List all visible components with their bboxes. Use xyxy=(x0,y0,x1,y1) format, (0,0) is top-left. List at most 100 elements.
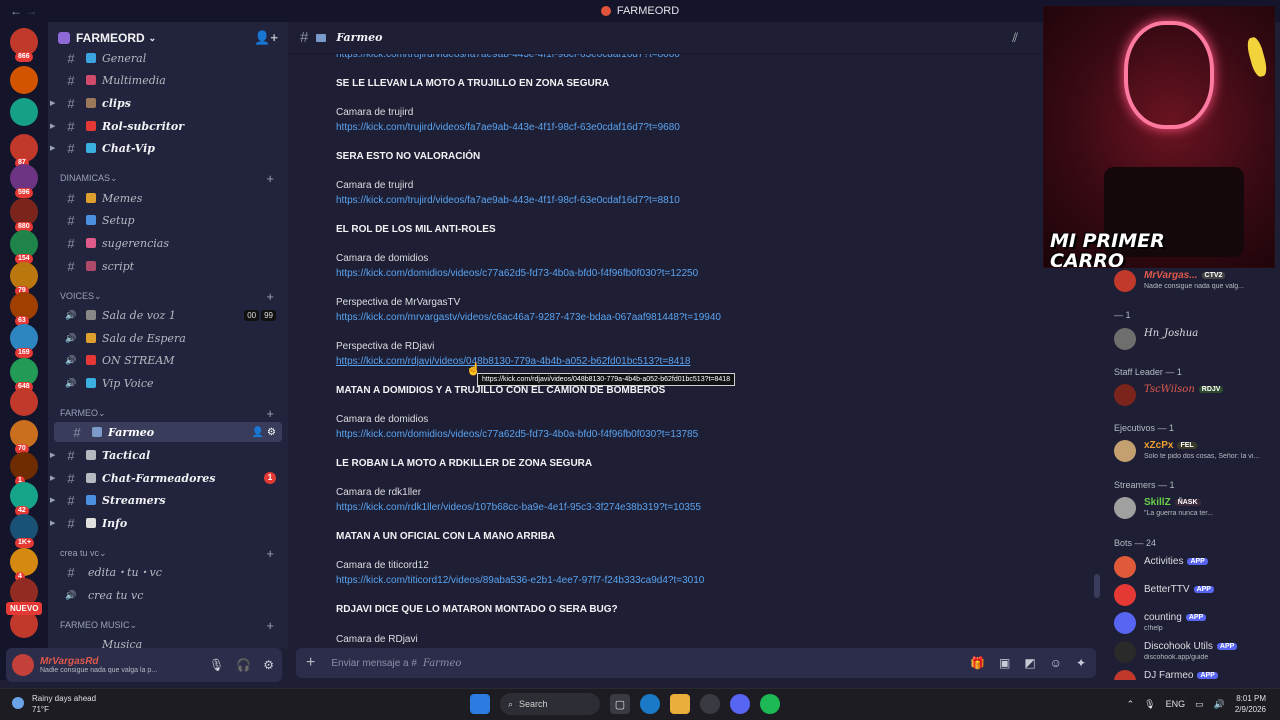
channel-text[interactable]: # sugerencias xyxy=(48,233,288,253)
channel-voice[interactable]: Musica xyxy=(48,634,288,649)
channel-voice[interactable]: 🔊 Sala de Espera xyxy=(48,328,288,348)
discord-icon[interactable] xyxy=(730,694,750,714)
member-item[interactable]: MrVargas... CTV2 Nadie consigue nada que … xyxy=(1114,268,1274,294)
server-icon[interactable]: 63 xyxy=(10,292,38,326)
server-icon[interactable]: 169 xyxy=(10,324,38,358)
invite-icon[interactable]: 👤+ xyxy=(254,30,278,46)
weather-widget[interactable]: Rainy days ahead 71°F xyxy=(12,693,96,715)
microphone-icon[interactable]: 🎙 xyxy=(1144,699,1155,710)
member-item[interactable]: Discohook Utils APP discohook.app/guide xyxy=(1114,639,1274,665)
server-icon[interactable]: 87 xyxy=(10,134,38,168)
channel-category[interactable]: FARMEO MUSIC ⌄ + xyxy=(48,617,288,633)
channel-text[interactable]: ▶ # Chat-Vip xyxy=(48,138,288,158)
create-channel-icon[interactable]: + xyxy=(266,546,274,561)
message-link[interactable]: https://kick.com/trujird/videos/fa7ae9ab… xyxy=(336,122,680,133)
channel-category[interactable]: FARMEO ⌄ + xyxy=(48,405,288,421)
taskbar-search[interactable]: ⌕ Search xyxy=(500,693,600,715)
server-icon[interactable]: 42 xyxy=(10,482,38,516)
message-link[interactable]: https://kick.com/domidios/videos/c77a62d… xyxy=(336,429,698,440)
channel-text[interactable]: # edita・tu・vc xyxy=(48,562,288,582)
volume-icon[interactable]: 🔊 xyxy=(1214,699,1225,710)
channel-text[interactable]: # Farmeo 👤 ⚙ xyxy=(54,422,282,442)
channel-text[interactable]: ▶ # Streamers xyxy=(48,490,288,510)
edge-icon[interactable] xyxy=(640,694,660,714)
channel-category[interactable]: crea tu vc ⌄ + xyxy=(48,545,288,561)
server-icon[interactable] xyxy=(10,66,38,94)
create-channel-icon[interactable]: + xyxy=(266,289,274,304)
gif-icon[interactable]: ▣ xyxy=(999,656,1010,670)
channel-category[interactable]: DINAMICAS ⌄ + xyxy=(48,170,288,186)
create-channel-icon[interactable]: + xyxy=(266,171,274,186)
member-item[interactable]: Activities APP xyxy=(1114,554,1274,580)
member-item[interactable]: DJ FarmeoAPPm!help xyxy=(1114,668,1274,680)
message-list[interactable]: https://kick.com/trujird/videos/fa7ae9ab… xyxy=(288,54,1100,644)
headphones-icon[interactable]: 🎧 xyxy=(236,658,251,672)
server-icon[interactable]: 70 xyxy=(10,420,38,454)
message-link[interactable]: https://kick.com/trujird/videos/fa7ae9ab… xyxy=(336,54,680,60)
create-channel-icon[interactable]: + xyxy=(266,618,274,633)
network-icon[interactable]: ▭ xyxy=(1195,699,1204,710)
add-attachment-icon[interactable]: + xyxy=(306,654,315,672)
hash-icon: # xyxy=(300,29,309,46)
channel-text[interactable]: ▶ # Rol-subcritor xyxy=(48,116,288,136)
message-link[interactable]: https://kick.com/domidios/videos/c77a62d… xyxy=(336,268,698,279)
server-icon[interactable] xyxy=(10,388,38,416)
message-link[interactable]: https://kick.com/titicord12/videos/89aba… xyxy=(336,575,704,586)
emoji-icon[interactable]: ☺ xyxy=(1050,656,1062,670)
channel-text[interactable]: ▶ # Info xyxy=(48,513,288,533)
message-link[interactable]: https://kick.com/mrvargastv/videos/c6ac4… xyxy=(336,312,721,323)
gift-icon[interactable]: 🎁 xyxy=(970,656,985,670)
server-icon[interactable]: 79 xyxy=(10,262,38,296)
channel-text[interactable]: ▶ # Chat-Farmeadores 1 xyxy=(48,468,288,488)
chevron-up-icon[interactable]: ⌃ xyxy=(1127,699,1135,710)
message-link[interactable]: https://kick.com/rdk1ller/videos/107b68c… xyxy=(336,502,701,513)
message-link[interactable]: https://kick.com/rdjavi/videos/048b8130-… xyxy=(336,356,690,367)
threads-icon[interactable]: ⫽ xyxy=(1012,30,1018,46)
channel-text[interactable]: # Memes xyxy=(48,188,288,208)
member-item[interactable]: TscWilson RDJV xyxy=(1114,382,1274,408)
member-item[interactable]: SkillZ ÑASK "La guerra nunca ter... xyxy=(1114,495,1274,521)
channel-settings-icon[interactable]: 👤 ⚙ xyxy=(252,427,276,438)
file-explorer-icon[interactable] xyxy=(670,694,690,714)
server-icon[interactable]: 880 xyxy=(10,198,38,232)
steam-icon[interactable] xyxy=(700,694,720,714)
message-text: Camara de RDjavi xyxy=(336,634,418,644)
server-icon[interactable]: 648 xyxy=(10,358,38,392)
apps-icon[interactable]: ✦ xyxy=(1076,656,1086,670)
channel-voice[interactable]: 🔊 Sala de voz 1 00 99 xyxy=(48,305,288,325)
channel-category[interactable]: VOICES ⌄ + xyxy=(48,288,288,304)
channel-text[interactable]: # Setup xyxy=(48,210,288,230)
server-icon[interactable]: 1K+ xyxy=(10,514,38,548)
channel-voice[interactable]: 🔊 ON STREAM xyxy=(48,350,288,370)
member-item[interactable]: Hn_Joshua xyxy=(1114,326,1274,352)
channel-voice[interactable]: 🔊 crea tu vc xyxy=(48,585,288,605)
clock[interactable]: 8:01 PM 2/9/2026 xyxy=(1235,693,1266,715)
channel-text[interactable]: ▶ # clips xyxy=(48,93,288,113)
spotify-icon[interactable] xyxy=(760,694,780,714)
composer-placeholder[interactable]: Enviar mensaje a # Farmeo xyxy=(331,658,461,669)
channel-text[interactable]: # Multimedia xyxy=(48,70,288,90)
server-icon[interactable] xyxy=(10,98,38,126)
windows-start-icon[interactable] xyxy=(470,694,490,714)
server-icon[interactable]: 154 xyxy=(10,230,38,264)
channel-voice[interactable]: 🔊 Vip Voice xyxy=(48,373,288,393)
member-item[interactable]: BetterTTV APP xyxy=(1114,582,1274,608)
task-view-icon[interactable]: ▢ xyxy=(610,694,630,714)
channel-text[interactable]: ▶ # Tactical xyxy=(48,445,288,465)
server-icon[interactable]: 1 xyxy=(10,452,38,486)
channel-text[interactable]: # General xyxy=(48,48,288,68)
gear-icon[interactable]: ⚙ xyxy=(263,658,274,672)
avatar[interactable] xyxy=(12,654,34,676)
sticker-icon[interactable]: ◩ xyxy=(1024,656,1035,670)
channel-text[interactable]: # script xyxy=(48,256,288,276)
language-indicator[interactable]: ENG xyxy=(1166,699,1186,709)
create-channel-icon[interactable]: + xyxy=(266,406,274,421)
microphone-icon[interactable]: 🎙 xyxy=(209,658,224,672)
server-icon[interactable]: 596 xyxy=(10,164,38,198)
server-icon[interactable]: 866 xyxy=(10,28,38,62)
member-item[interactable]: xZcPx FEL Solo te pido dos cosas, Señor: … xyxy=(1114,438,1274,464)
message-link[interactable]: https://kick.com/trujird/videos/fa7ae9ab… xyxy=(336,195,680,206)
server-icon[interactable]: 4 xyxy=(10,548,38,582)
message-composer[interactable]: + Enviar mensaje a # Farmeo 🎁 ▣ ◩ ☺ ✦ xyxy=(296,648,1096,678)
member-item[interactable]: counting APP c!help xyxy=(1114,610,1274,636)
